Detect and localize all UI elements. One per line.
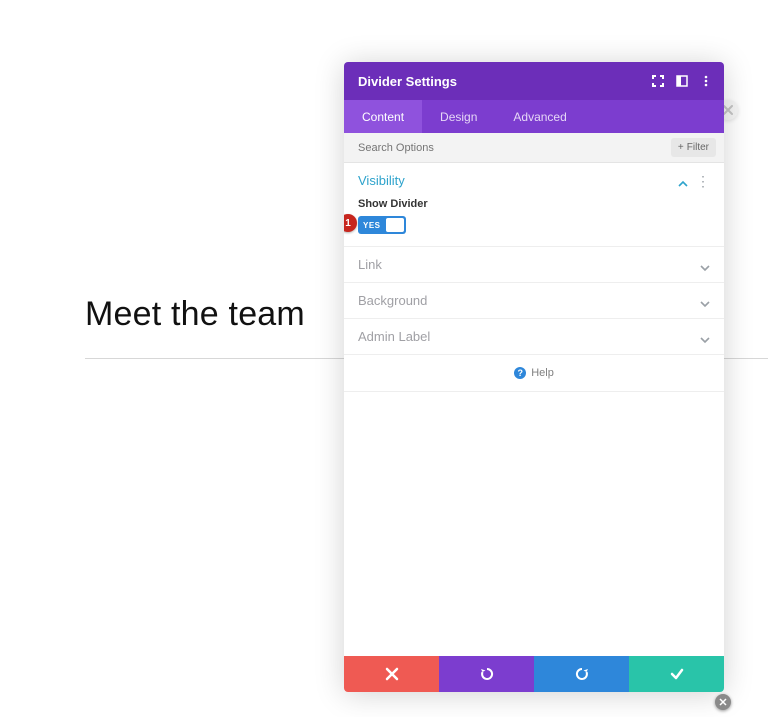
cancel-button[interactable] <box>344 656 439 692</box>
help-icon: ? <box>514 367 526 379</box>
section-link: Link <box>344 247 724 283</box>
section-admin-label-head[interactable]: Admin Label <box>344 319 724 354</box>
section-link-head[interactable]: Link <box>344 247 724 282</box>
tab-content[interactable]: Content <box>344 100 422 133</box>
step-marker-1: 1 <box>344 214 357 232</box>
section-kebab-icon[interactable]: ⋮ <box>696 174 710 188</box>
expand-icon[interactable] <box>652 75 664 87</box>
section-visibility-head[interactable]: Visibility ⋮ <box>344 163 724 198</box>
show-divider-label: Show Divider <box>358 198 710 210</box>
show-divider-toggle[interactable]: YES <box>358 216 406 234</box>
chevron-up-icon <box>678 176 688 186</box>
modal-tabs: Content Design Advanced <box>344 100 724 133</box>
section-visibility-title: Visibility <box>358 173 405 188</box>
undo-button[interactable] <box>439 656 534 692</box>
toggle-value: YES <box>363 221 381 230</box>
section-admin-label-title: Admin Label <box>358 329 430 344</box>
chevron-down-icon <box>700 296 710 306</box>
section-background-head[interactable]: Background <box>344 283 724 318</box>
filter-button[interactable]: + Filter <box>671 138 716 157</box>
kebab-icon[interactable] <box>700 75 712 87</box>
help-link[interactable]: ? Help <box>344 355 724 392</box>
page-heading: Meet the team <box>85 295 305 334</box>
search-bar: + Filter <box>344 133 724 163</box>
modal-header: Divider Settings <box>344 62 724 100</box>
plus-icon: + <box>678 142 684 153</box>
redo-button[interactable] <box>534 656 629 692</box>
tab-design[interactable]: Design <box>422 100 495 133</box>
floating-action-icon[interactable] <box>715 694 731 710</box>
help-label: Help <box>531 367 554 379</box>
section-background: Background <box>344 283 724 319</box>
section-admin-label: Admin Label <box>344 319 724 355</box>
section-background-title: Background <box>358 293 427 308</box>
chevron-down-icon <box>700 260 710 270</box>
tab-advanced[interactable]: Advanced <box>495 100 584 133</box>
section-visibility: Visibility ⋮ Show Divider 1 YES <box>344 163 724 247</box>
save-button[interactable] <box>629 656 724 692</box>
settings-modal: Divider Settings Content Design Advanced… <box>344 62 724 692</box>
modal-title: Divider Settings <box>358 74 457 89</box>
filter-label: Filter <box>687 142 709 153</box>
search-input[interactable] <box>358 142 671 154</box>
toggle-handle <box>386 218 404 232</box>
snap-icon[interactable] <box>676 75 688 87</box>
section-link-title: Link <box>358 257 382 272</box>
modal-footer <box>344 656 724 692</box>
chevron-down-icon <box>700 332 710 342</box>
